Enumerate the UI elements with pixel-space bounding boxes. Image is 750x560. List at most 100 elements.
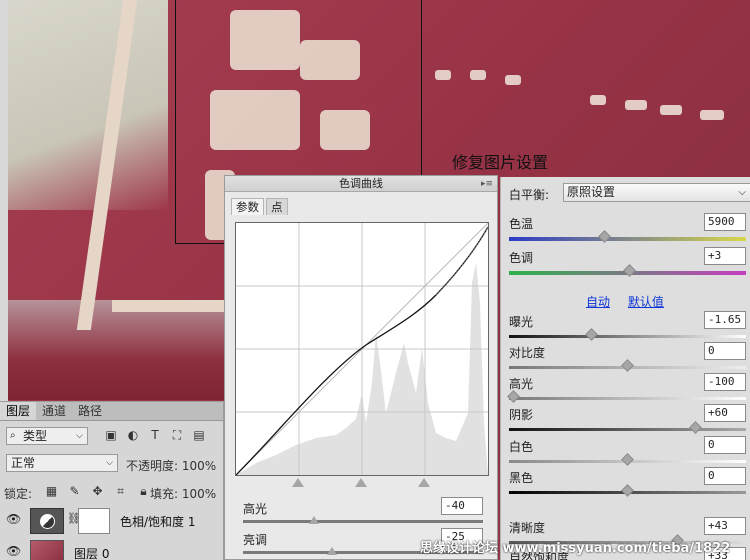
raw-row-label: 色调	[509, 251, 534, 265]
type-filter-icon[interactable]: T	[144, 428, 166, 443]
pattern-dot	[435, 70, 451, 80]
adjustment-thumbnail[interactable]	[30, 508, 64, 534]
raw-row-temperature: 色温 5900	[509, 213, 746, 245]
tone-curve-tabs: 参数 点	[231, 198, 290, 215]
raw-row-value[interactable]: -1.65	[704, 311, 746, 329]
tone-curve-title: 色调曲线	[339, 177, 383, 190]
adjustment-filter-icon[interactable]: ◐	[122, 428, 144, 443]
watermark: 思缘设计论坛 www.missyuan.com/tieba/1822	[420, 541, 731, 556]
layer-row-hue-saturation[interactable]: 👁︎ ⛓︎ 色相/饱和度 1	[0, 504, 224, 536]
book-corner	[8, 0, 168, 210]
raw-row-highlights: 高光 -100	[507, 373, 746, 405]
raw-row-value[interactable]: +60	[704, 404, 746, 422]
tone-curve-panel: 色调曲线 ▸≡ 参数 点 高光 -40 亮调 -25	[224, 175, 498, 560]
raw-row-value[interactable]: +3	[704, 247, 746, 265]
layer-mask-thumbnail[interactable]	[78, 508, 110, 534]
raw-row-knob[interactable]	[507, 390, 520, 403]
lock-position-icon[interactable]: ✥	[86, 484, 109, 499]
lock-image-icon[interactable]: ✎	[63, 484, 86, 499]
tab-point[interactable]: 点	[266, 198, 288, 215]
tab-paths[interactable]: 路径	[72, 402, 108, 420]
curve-slider-knob[interactable]	[327, 547, 337, 555]
raw-row-knob[interactable]	[621, 484, 634, 497]
split-thumb-shadows[interactable]	[292, 478, 304, 487]
raw-row-value[interactable]: -100	[704, 373, 746, 391]
raw-row-track[interactable]	[509, 397, 746, 400]
lock-transparency-icon[interactable]: ▦	[40, 484, 63, 499]
tab-layers[interactable]: 图层	[0, 402, 37, 420]
pixel-filter-icon[interactable]: ▣	[100, 428, 122, 443]
chevron-down-icon: ⌵	[76, 431, 83, 441]
raw-row-value[interactable]: 0	[704, 467, 746, 485]
raw-row-knob[interactable]	[584, 328, 598, 341]
lock-artboard-icon[interactable]: ⌗	[109, 484, 132, 499]
smart-object-filter-icon[interactable]: ▤	[188, 428, 210, 443]
blend-mode-value: 正常	[11, 456, 36, 470]
pattern-dot	[590, 95, 606, 105]
layer-filter-row: ⌕ 类型 ⌵ ▣ ◐ T ⛶ ▤	[0, 422, 224, 448]
lock-label: 锁定:	[4, 487, 33, 501]
default-link[interactable]: 默认值	[628, 295, 664, 309]
layer-name: 图层 0	[74, 547, 110, 560]
layer-row-layer0[interactable]: 👁︎ 图层 0	[0, 536, 224, 560]
raw-row-label: 白色	[509, 440, 534, 454]
raw-row-track[interactable]	[509, 335, 746, 338]
lock-icons: ▦ ✎ ✥ ⌗ 🔒︎	[40, 484, 155, 499]
raw-row-value[interactable]: 5900	[704, 213, 746, 231]
layer-filter-icons: ▣ ◐ T ⛶ ▤	[100, 428, 210, 443]
raw-row-label: 曝光	[509, 315, 534, 329]
raw-row-value[interactable]: 0	[704, 342, 746, 360]
adjustment-icon	[40, 514, 55, 529]
raw-row-track[interactable]	[509, 428, 746, 431]
blend-mode-select[interactable]: 正常 ⌵	[6, 454, 118, 472]
pattern-dot	[470, 70, 486, 80]
shape-filter-icon[interactable]: ⛶	[166, 428, 188, 443]
raw-row-label: 阴影	[509, 408, 534, 422]
raw-row-label: 色温	[509, 217, 534, 231]
curve-graph[interactable]	[235, 222, 489, 476]
tab-parametric[interactable]: 参数	[231, 198, 264, 215]
layers-panel: 图层 通道 路径 ⌕ 类型 ⌵ ▣ ◐ T ⛶ ▤ 正常 ⌵ 不透明度: 100…	[0, 401, 224, 560]
layer-kind-select[interactable]: ⌕ 类型 ⌵	[6, 427, 88, 445]
split-thumb-midtones[interactable]	[355, 478, 367, 487]
raw-row-knob[interactable]	[621, 359, 634, 372]
fill-control[interactable]: 填充: 100%	[150, 485, 216, 502]
layer-name: 色相/饱和度 1	[120, 515, 196, 529]
panel-menu-icon[interactable]: ▸≡	[481, 177, 493, 192]
pattern-dot	[660, 105, 682, 115]
white-balance-label: 白平衡:	[509, 188, 550, 202]
white-balance-select[interactable]: 原照设置 ⌵	[563, 183, 750, 202]
eye-icon[interactable]: 👁︎	[6, 512, 21, 526]
curve-slider-track[interactable]	[243, 520, 483, 523]
raw-row-knob[interactable]	[621, 453, 634, 466]
pattern-dot	[700, 110, 724, 120]
search-icon: ⌕	[10, 430, 16, 441]
raw-row-track[interactable]	[509, 237, 746, 241]
eye-icon[interactable]: 👁︎	[6, 544, 21, 558]
pattern-dot	[505, 75, 521, 85]
curve-slider-label: 高光	[243, 502, 268, 516]
raw-panel-title: 修复图片设置	[452, 153, 549, 172]
split-thumb-highlights[interactable]	[418, 478, 430, 487]
raw-row-label: 对比度	[509, 346, 546, 360]
curve-graph-svg	[236, 223, 488, 475]
layer-thumbnail[interactable]	[30, 540, 64, 560]
lock-row: 锁定: ▦ ✎ ✥ ⌗ 🔒︎ 填充: 100%	[0, 478, 224, 504]
raw-row-shadows: 阴影 +60	[509, 404, 746, 436]
raw-row-whites: 白色 0	[509, 436, 746, 468]
chevron-down-icon: ⌵	[106, 458, 113, 468]
raw-row-knob[interactable]	[689, 421, 703, 434]
raw-basic-panel: 白平衡: 原照设置 ⌵ 色温 5900 色调 +3 自动 默认值 曝光 -1.6…	[500, 177, 750, 560]
opacity-control[interactable]: 不透明度: 100%	[126, 457, 216, 474]
layers-panel-tabs: 图层 通道 路径	[0, 402, 223, 421]
curve-slider-knob[interactable]	[309, 516, 319, 524]
pattern-dot	[625, 100, 647, 110]
curve-highlight-tail	[435, 226, 488, 296]
raw-row-contrast: 对比度 0	[509, 342, 746, 374]
raw-row-value[interactable]: +43	[704, 517, 746, 535]
auto-link[interactable]: 自动	[586, 295, 610, 309]
raw-row-value[interactable]: 0	[704, 436, 746, 454]
tab-channels[interactable]: 通道	[36, 402, 72, 420]
tone-curve-title-bar[interactable]: 色调曲线 ▸≡	[225, 176, 497, 192]
curve-slider-value[interactable]: -40	[441, 497, 483, 515]
